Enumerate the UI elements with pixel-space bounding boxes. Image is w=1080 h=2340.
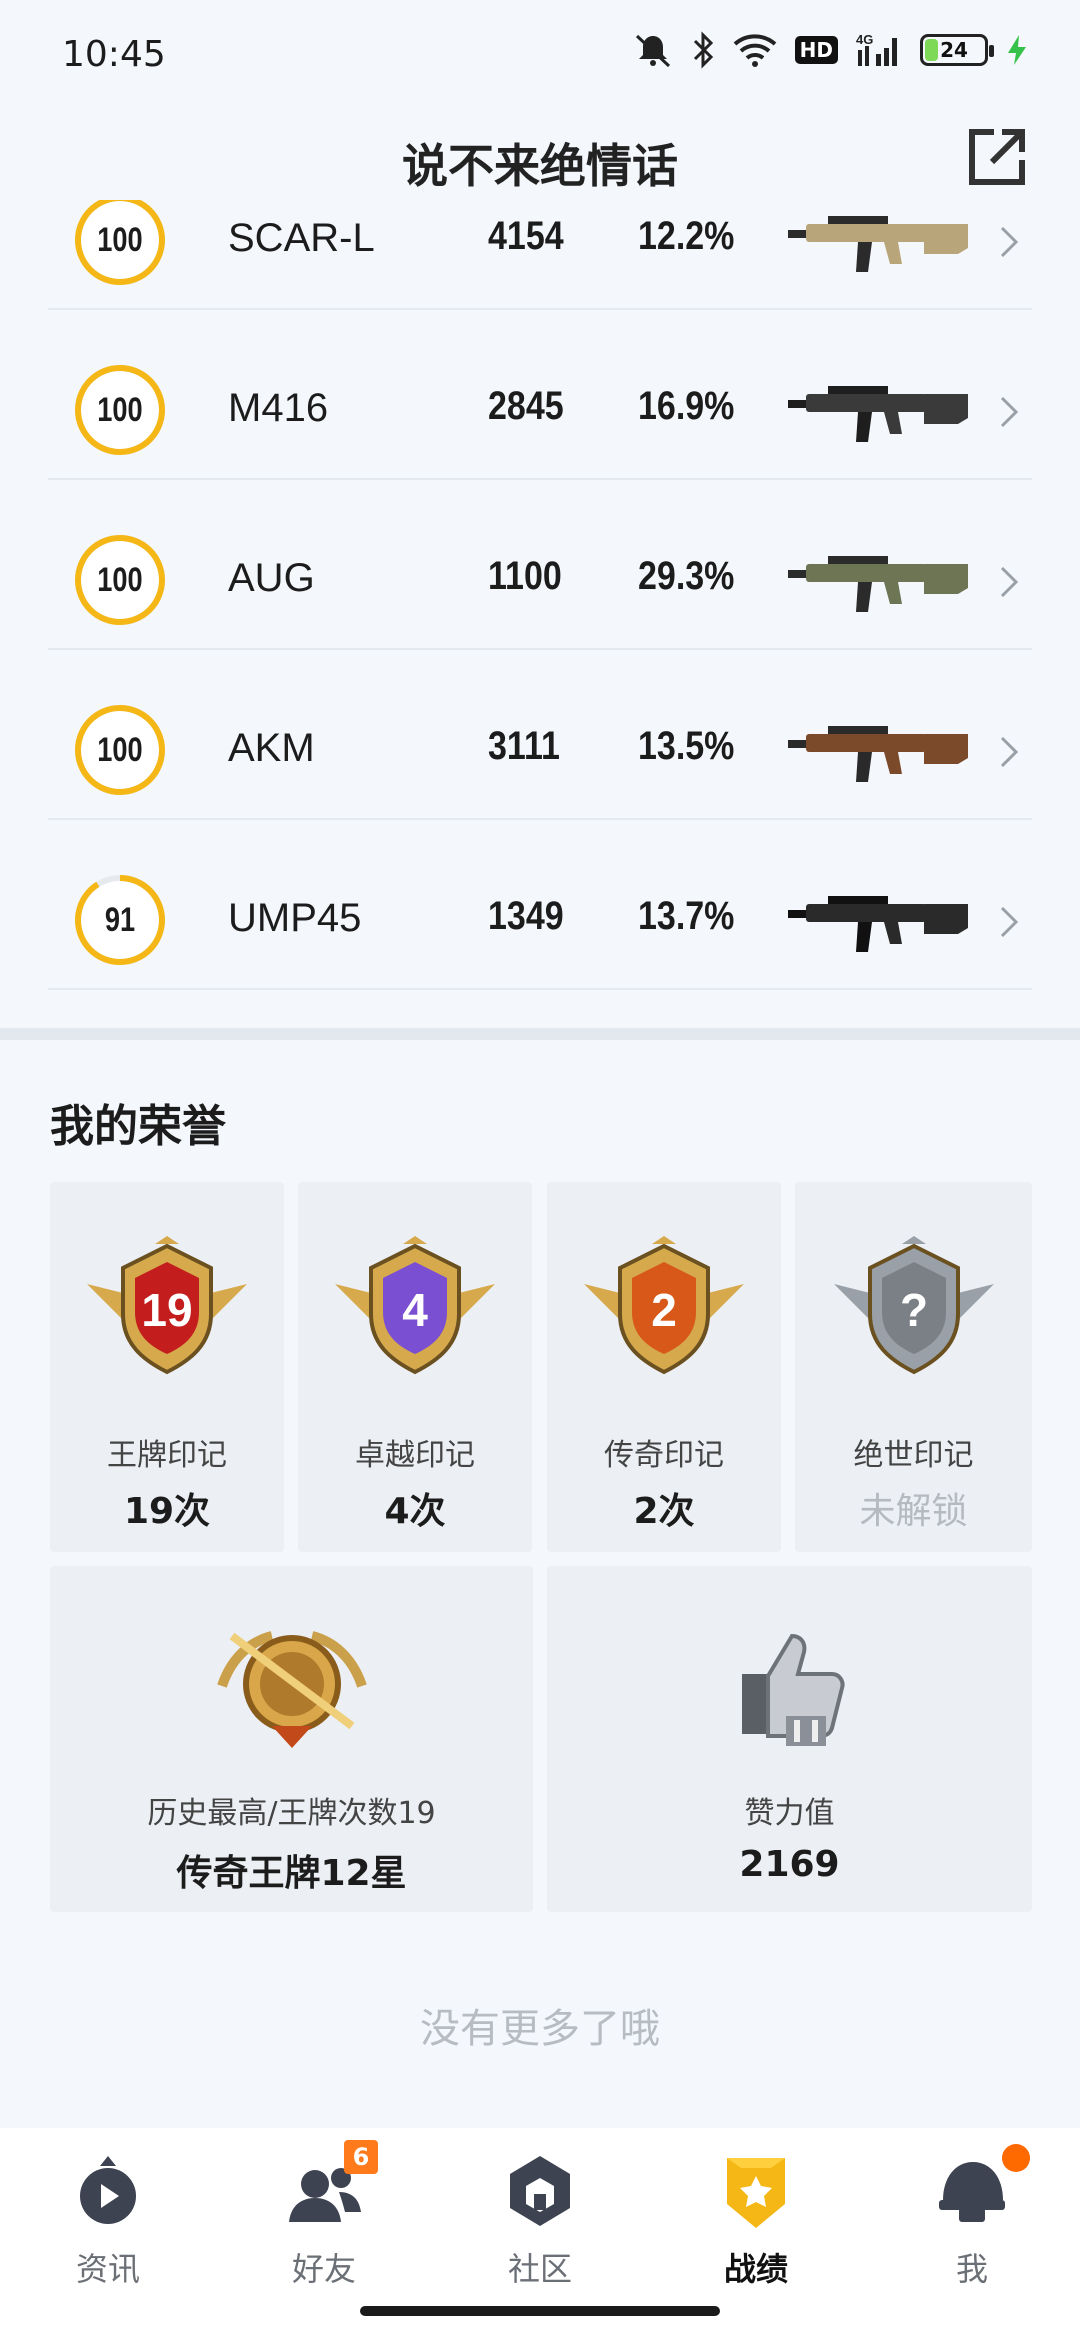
battery-percent: 24 [940,38,968,62]
signal-icon: 4G [856,32,897,66]
honor-badge-number: 4 [402,1284,428,1336]
likes-card[interactable]: 赞力值 2169 [547,1566,1032,1912]
weapon-headshot-rate: 13.7% [638,894,735,938]
honor-badge-number: 2 [651,1284,677,1336]
weapon-headshot-rate: 13.5% [638,724,735,768]
legend-ace-badge-icon [216,1631,367,1748]
chevron-right-icon [1000,566,1019,598]
weapon-kills: 2845 [488,384,564,428]
weapon-rating: 100 [97,561,143,599]
title-bar: 说不来绝情话 [0,110,1080,210]
weapon-name: UMP45 [228,896,362,940]
weapon-row[interactable]: 91 UMP45 1349 13.7% [48,820,1032,990]
weapon-name: AKM [228,726,315,770]
weapon-kills: 4154 [488,214,564,258]
status-time: 10:45 [62,34,166,75]
weapon-rating: 100 [97,731,143,769]
weapon-name: M416 [228,386,329,430]
nav-label: 好友 [291,2250,356,2288]
svg-text:4G: 4G [856,32,873,47]
honor-mark-card[interactable]: 2 传奇印记 2次 [547,1182,781,1552]
honor-badge-icon: 19 [87,1236,247,1375]
home-indicator[interactable] [360,2306,720,2316]
honor-badge-icon: ? [833,1236,994,1375]
honor-mark-value: 19次 [123,1491,211,1532]
ump45-smg-image [788,896,968,952]
weapon-headshot-rate: 16.9% [638,384,735,428]
share-external-icon[interactable] [964,124,1030,190]
scar-l-rifle-image [788,216,968,272]
mute-bell-icon [635,34,670,68]
honor-mark-value: 2次 [633,1491,695,1532]
community-icon [510,2156,570,2226]
news-play-icon [80,2156,136,2224]
honor-mark-value: 4次 [384,1491,446,1532]
weapon-kills: 1100 [488,554,562,598]
chevron-right-icon [1000,906,1019,938]
weapon-kills: 1349 [488,894,564,938]
hd-badge: HD [794,36,838,64]
weapon-headshot-rate: 29.3% [638,554,735,598]
likes-value: 2169 [739,1844,840,1885]
page-title: 说不来绝情话 [402,139,678,193]
honor-section-title: 我的荣誉 [50,1101,226,1152]
weapon-rating: 91 [104,901,136,939]
status-icons: HD 4G 24 [633,30,1028,70]
nav-item-me[interactable]: 我 [864,2142,1080,2288]
likes-label: 赞力值 [744,1796,835,1831]
section-divider [0,1028,1080,1040]
weapon-name: SCAR-L [228,216,375,260]
weapon-row[interactable]: 100 AUG 1100 29.3% [48,480,1032,650]
nav-item-news[interactable]: 资讯 [0,2142,216,2288]
chevron-right-icon [1000,736,1019,768]
honor-badge-icon: 2 [584,1236,744,1375]
record-shield-icon [727,2158,785,2228]
no-more-text: 没有更多了哦 [420,2006,660,2052]
weapon-row[interactable]: 100 M416 2845 16.9% [48,310,1032,480]
honor-mark-label: 绝世印记 [853,1438,974,1473]
honor-badge-icon: 4 [335,1236,495,1375]
weapon-row[interactable]: 100 SCAR-L 4154 12.2% [48,200,1032,310]
honor-mark-card[interactable]: 4 卓越印记 4次 [298,1182,532,1552]
weapon-rating: 100 [97,391,143,429]
nav-label: 社区 [507,2250,572,2288]
nav-item-friends[interactable]: 6 好友 [216,2140,432,2288]
akm-rifle-image [788,726,968,782]
bluetooth-icon [693,31,713,69]
nav-item-community[interactable]: 社区 [432,2142,648,2288]
weapon-headshot-rate: 12.2% [638,214,735,258]
honor-mark-card[interactable]: ? 绝世印记未解锁 [795,1182,1032,1552]
nav-item-records[interactable]: 战绩 [648,2142,864,2288]
chevron-right-icon [1000,226,1019,258]
charging-icon [1008,35,1026,65]
honor-mark-card[interactable]: 19 王牌印记 19次 [50,1182,284,1552]
honor-mark-label: 王牌印记 [107,1438,227,1473]
chevron-right-icon [1000,396,1019,428]
friends-count-badge: 6 [344,2140,378,2174]
honor-badge-number: 19 [141,1284,192,1336]
honor-mark-value: 未解锁 [859,1491,968,1532]
honor-badge-number: ? [899,1284,927,1336]
weapon-list: 100 SCAR-L 4154 12.2% 100 M416 2845 16.9% 100 AUG… [48,200,1032,1030]
nav-label: 资讯 [75,2250,140,2288]
weapon-row[interactable]: 100 AKM 3111 13.5% [48,650,1032,820]
thumbs-up-trophy-icon [741,1633,844,1746]
nav-label: 我 [955,2250,988,2288]
highest-rank-label: 历史最高/王牌次数19 [147,1796,436,1831]
weapon-rating: 100 [97,221,143,259]
honor-mark-label: 传奇印记 [604,1438,724,1473]
honor-mark-label: 卓越印记 [355,1438,475,1473]
nav-label: 战绩 [723,2250,788,2288]
m416-rifle-image [788,386,968,442]
highest-rank-card[interactable]: 历史最高/王牌次数19 传奇王牌12星 [50,1566,533,1912]
notification-dot [1002,2144,1030,2172]
battery-indicator: 24 [920,34,994,66]
highest-rank-value: 传奇王牌12星 [176,1853,407,1894]
wifi-icon [733,34,776,67]
weapon-kills: 3111 [488,724,560,768]
aug-rifle-image [788,556,968,612]
weapon-name: AUG [228,556,315,600]
status-bar: 10:45 HD 4G 24 [0,0,1080,110]
